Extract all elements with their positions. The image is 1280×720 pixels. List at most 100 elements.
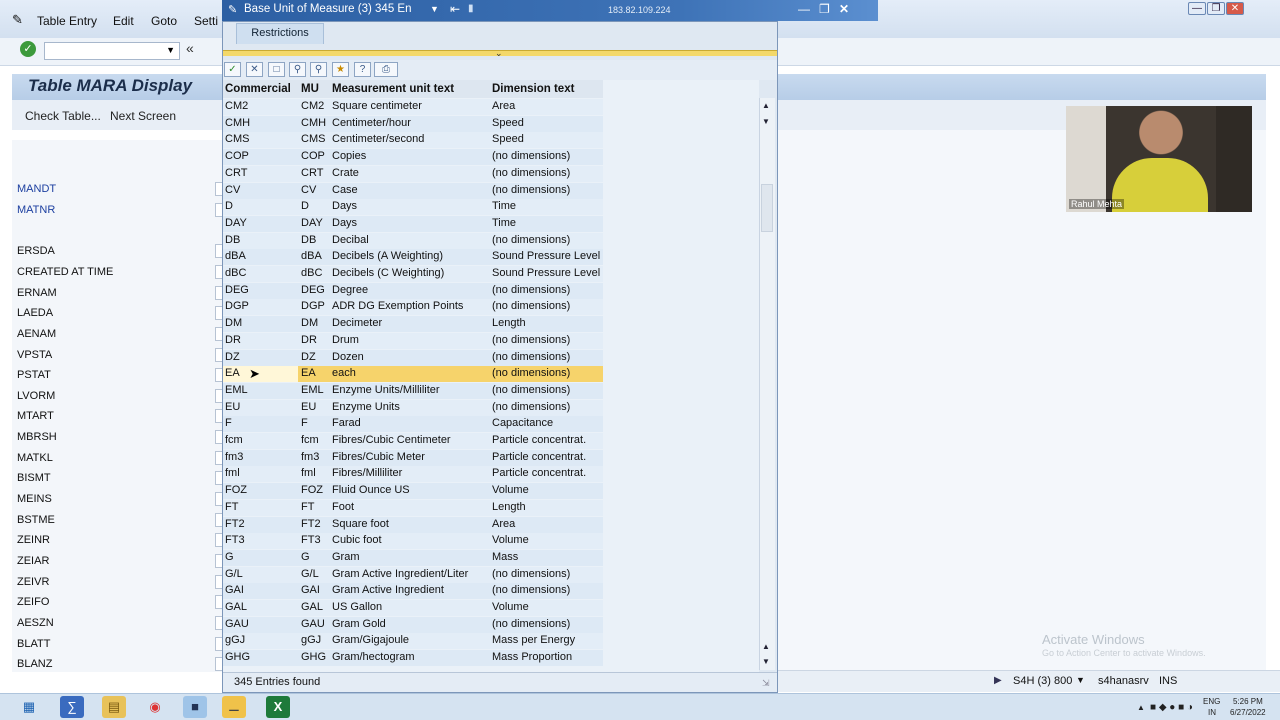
table-row[interactable]: DR DR Drum (no dimensions) — [223, 332, 603, 349]
cell-unit-text: Fluid Ounce US — [332, 484, 410, 497]
dialog-restore-button[interactable]: ❐ — [819, 2, 830, 16]
table-row[interactable]: GAL GAL US Gallon Volume — [223, 600, 603, 616]
sap-logon-icon[interactable]: ■ — [183, 696, 207, 718]
resize-grip-icon[interactable]: ⇲ — [762, 678, 770, 689]
scroll-thumb[interactable] — [761, 184, 773, 232]
system-info[interactable]: S4H (3) 800 — [1013, 675, 1072, 687]
table-row[interactable]: gGJ gGJ Gram/Gigajoule Mass per Energy — [223, 633, 603, 650]
scroll-up-page-icon[interactable]: ▼ — [762, 117, 770, 126]
table-row[interactable]: DZ DZ Dozen (no dimensions) — [223, 349, 603, 366]
table-row[interactable]: FT FT Foot Length — [223, 499, 603, 516]
clock-time[interactable]: 5:26 PM — [1233, 697, 1263, 706]
table-row[interactable]: COP COP Copies (no dimensions) — [223, 149, 603, 166]
col-unit-text[interactable]: Measurement unit text — [332, 83, 454, 95]
table-row[interactable]: dBC dBC Decibels (C Weighting) Sound Pressu… — [223, 266, 603, 282]
cell-unit-text: Decimeter — [332, 317, 383, 330]
powershell-icon[interactable]: ∑ — [60, 696, 84, 718]
sap-gui-icon[interactable]: ⚊ — [222, 696, 246, 718]
table-row[interactable]: G G Gram Mass — [223, 549, 603, 566]
table-row[interactable]: FT3 FT3 Cubic foot Volume — [223, 533, 603, 550]
menu-settings[interactable]: Setti — [194, 14, 218, 28]
scroll-down-icon[interactable]: ▼ — [762, 657, 770, 666]
start-icon[interactable]: ▦ — [17, 696, 41, 718]
table-row[interactable]: GAI GAI Gram Active Ingredient (no dimensio… — [223, 583, 603, 600]
find-icon[interactable]: ⚲ — [289, 62, 306, 77]
table-row[interactable]: GHG GHG Gram/hectogram Mass Proportion — [223, 650, 603, 667]
table-row[interactable]: EML EML Enzyme Units/Milliliter (no dimensi… — [223, 382, 603, 399]
table-row[interactable]: DAY DAY Days Time — [223, 215, 603, 232]
file-explorer-icon[interactable]: ▤ — [102, 696, 126, 718]
cell-commercial: CV — [225, 183, 241, 196]
table-row[interactable]: D D Days Time — [223, 199, 603, 216]
command-field[interactable]: ▼ — [44, 42, 180, 60]
table-row[interactable]: DEG DEG Degree (no dimensions) — [223, 282, 603, 299]
language-code[interactable]: ENG — [1203, 697, 1220, 706]
table-row[interactable]: EA EA each (no dimensions) — [223, 366, 603, 383]
table-row[interactable]: EU EU Enzyme Units (no dimensions) — [223, 399, 603, 416]
field-label: CREATED AT TIME — [17, 266, 114, 278]
close-button[interactable]: ✕ — [1226, 2, 1244, 15]
table-row[interactable]: FT2 FT2 Square foot Area — [223, 516, 603, 533]
tab-restrictions[interactable]: Restrictions — [236, 23, 324, 44]
menu-edit[interactable]: Edit — [113, 14, 134, 28]
cell-dimension: Length — [492, 500, 526, 513]
chrome-icon[interactable]: ◉ — [143, 696, 167, 718]
table-row[interactable]: CRT CRT Crate (no dimensions) — [223, 165, 603, 182]
scroll-up-icon[interactable]: ▲ — [762, 101, 770, 110]
tray-icons[interactable]: ■ ◆ ● ■ ◑ — [1150, 702, 1193, 713]
favorites-icon[interactable]: ★ — [332, 62, 349, 77]
dialog-icon: ✎ — [228, 4, 238, 16]
clock-date[interactable]: 6/27/2022 — [1230, 708, 1266, 717]
minimize-button[interactable]: — — [1188, 2, 1206, 15]
title-dropdown-icon[interactable]: ▼ — [430, 4, 439, 14]
language-region[interactable]: IN — [1208, 708, 1216, 717]
table-row[interactable]: GAU GAU Gram Gold (no dimensions) — [223, 616, 603, 633]
collapse-icon[interactable]: « — [186, 40, 194, 56]
collapse-arrow-icon[interactable]: ⌄ — [495, 48, 503, 59]
menu-icon[interactable]: ✎ — [12, 12, 23, 28]
menu-goto[interactable]: Goto — [151, 14, 177, 28]
restore-button[interactable]: ❐ — [1207, 2, 1225, 15]
col-mu[interactable]: MU — [301, 83, 319, 95]
enter-icon[interactable]: ✓ — [20, 41, 36, 57]
cell-unit-text: Square foot — [332, 517, 389, 530]
table-row[interactable]: fm3 fm3 Fibres/Cubic Meter Particle concent… — [223, 449, 603, 466]
check-table-button[interactable]: Check Table... — [25, 109, 101, 123]
confirm-icon[interactable]: ✓ — [224, 62, 241, 77]
next-screen-button[interactable]: Next Screen — [110, 109, 176, 123]
col-dimension-text[interactable]: Dimension text — [492, 83, 574, 95]
table-row[interactable]: G/L G/L Gram Active Ingredient/Liter (no di… — [223, 566, 603, 583]
field-label: MANDT — [17, 183, 57, 195]
tray-expand-icon[interactable]: ▲ — [1137, 703, 1145, 712]
table-row[interactable]: FOZ FOZ Fluid Ounce US Volume — [223, 483, 603, 500]
cancel-icon[interactable]: ✕ — [246, 62, 263, 77]
table-row[interactable]: fcm fcm Fibres/Cubic Centimeter Particle co… — [223, 433, 603, 449]
table-row[interactable]: DB DB Decibal (no dimensions) — [223, 232, 603, 249]
excel-icon[interactable]: X — [266, 696, 290, 718]
restrictions-collapse-bar[interactable]: ⌄ — [223, 48, 777, 59]
table-row[interactable]: DGP DGP ADR DG Exemption Points (no dimensi… — [223, 299, 603, 316]
system-dropdown-icon[interactable]: ▼ — [1076, 675, 1085, 685]
table-row[interactable]: fml fml Fibres/Milliliter Particle concentr… — [223, 466, 603, 483]
table-row[interactable]: CM2 CM2 Square centimeter Area — [223, 99, 603, 115]
new-list-icon[interactable]: □ — [268, 62, 285, 77]
pin-icon[interactable]: ⇤ — [450, 2, 460, 16]
play-icon[interactable]: ▶ — [994, 675, 1002, 686]
print-icon[interactable]: ⎙ — [374, 62, 398, 77]
cell-unit-text: Drum — [332, 333, 359, 346]
cell-mu: D — [301, 200, 309, 213]
dialog-close-button[interactable]: ✕ — [839, 2, 849, 16]
table-row[interactable]: CMH CMH Centimeter/hour Speed — [223, 115, 603, 132]
table-row[interactable]: DM DM Decimeter Length — [223, 316, 603, 333]
find-next-icon[interactable]: ⚲ — [310, 62, 327, 77]
help-icon[interactable]: ? — [354, 62, 371, 77]
scroll-down-page-icon[interactable]: ▲ — [762, 642, 770, 651]
table-row[interactable]: CMS CMS Centimeter/second Speed — [223, 132, 603, 149]
cell-commercial: GAI — [225, 584, 244, 597]
col-commercial[interactable]: Commercial — [225, 83, 291, 95]
menu-table-entry[interactable]: Table Entry — [37, 14, 97, 28]
table-row[interactable]: dBA dBA Decibels (A Weighting) Sound Pressu… — [223, 249, 603, 266]
table-row[interactable]: F F Farad Capacitance — [223, 416, 603, 433]
table-row[interactable]: CV CV Case (no dimensions) — [223, 182, 603, 199]
dialog-minimize-button[interactable]: — — [798, 2, 810, 16]
